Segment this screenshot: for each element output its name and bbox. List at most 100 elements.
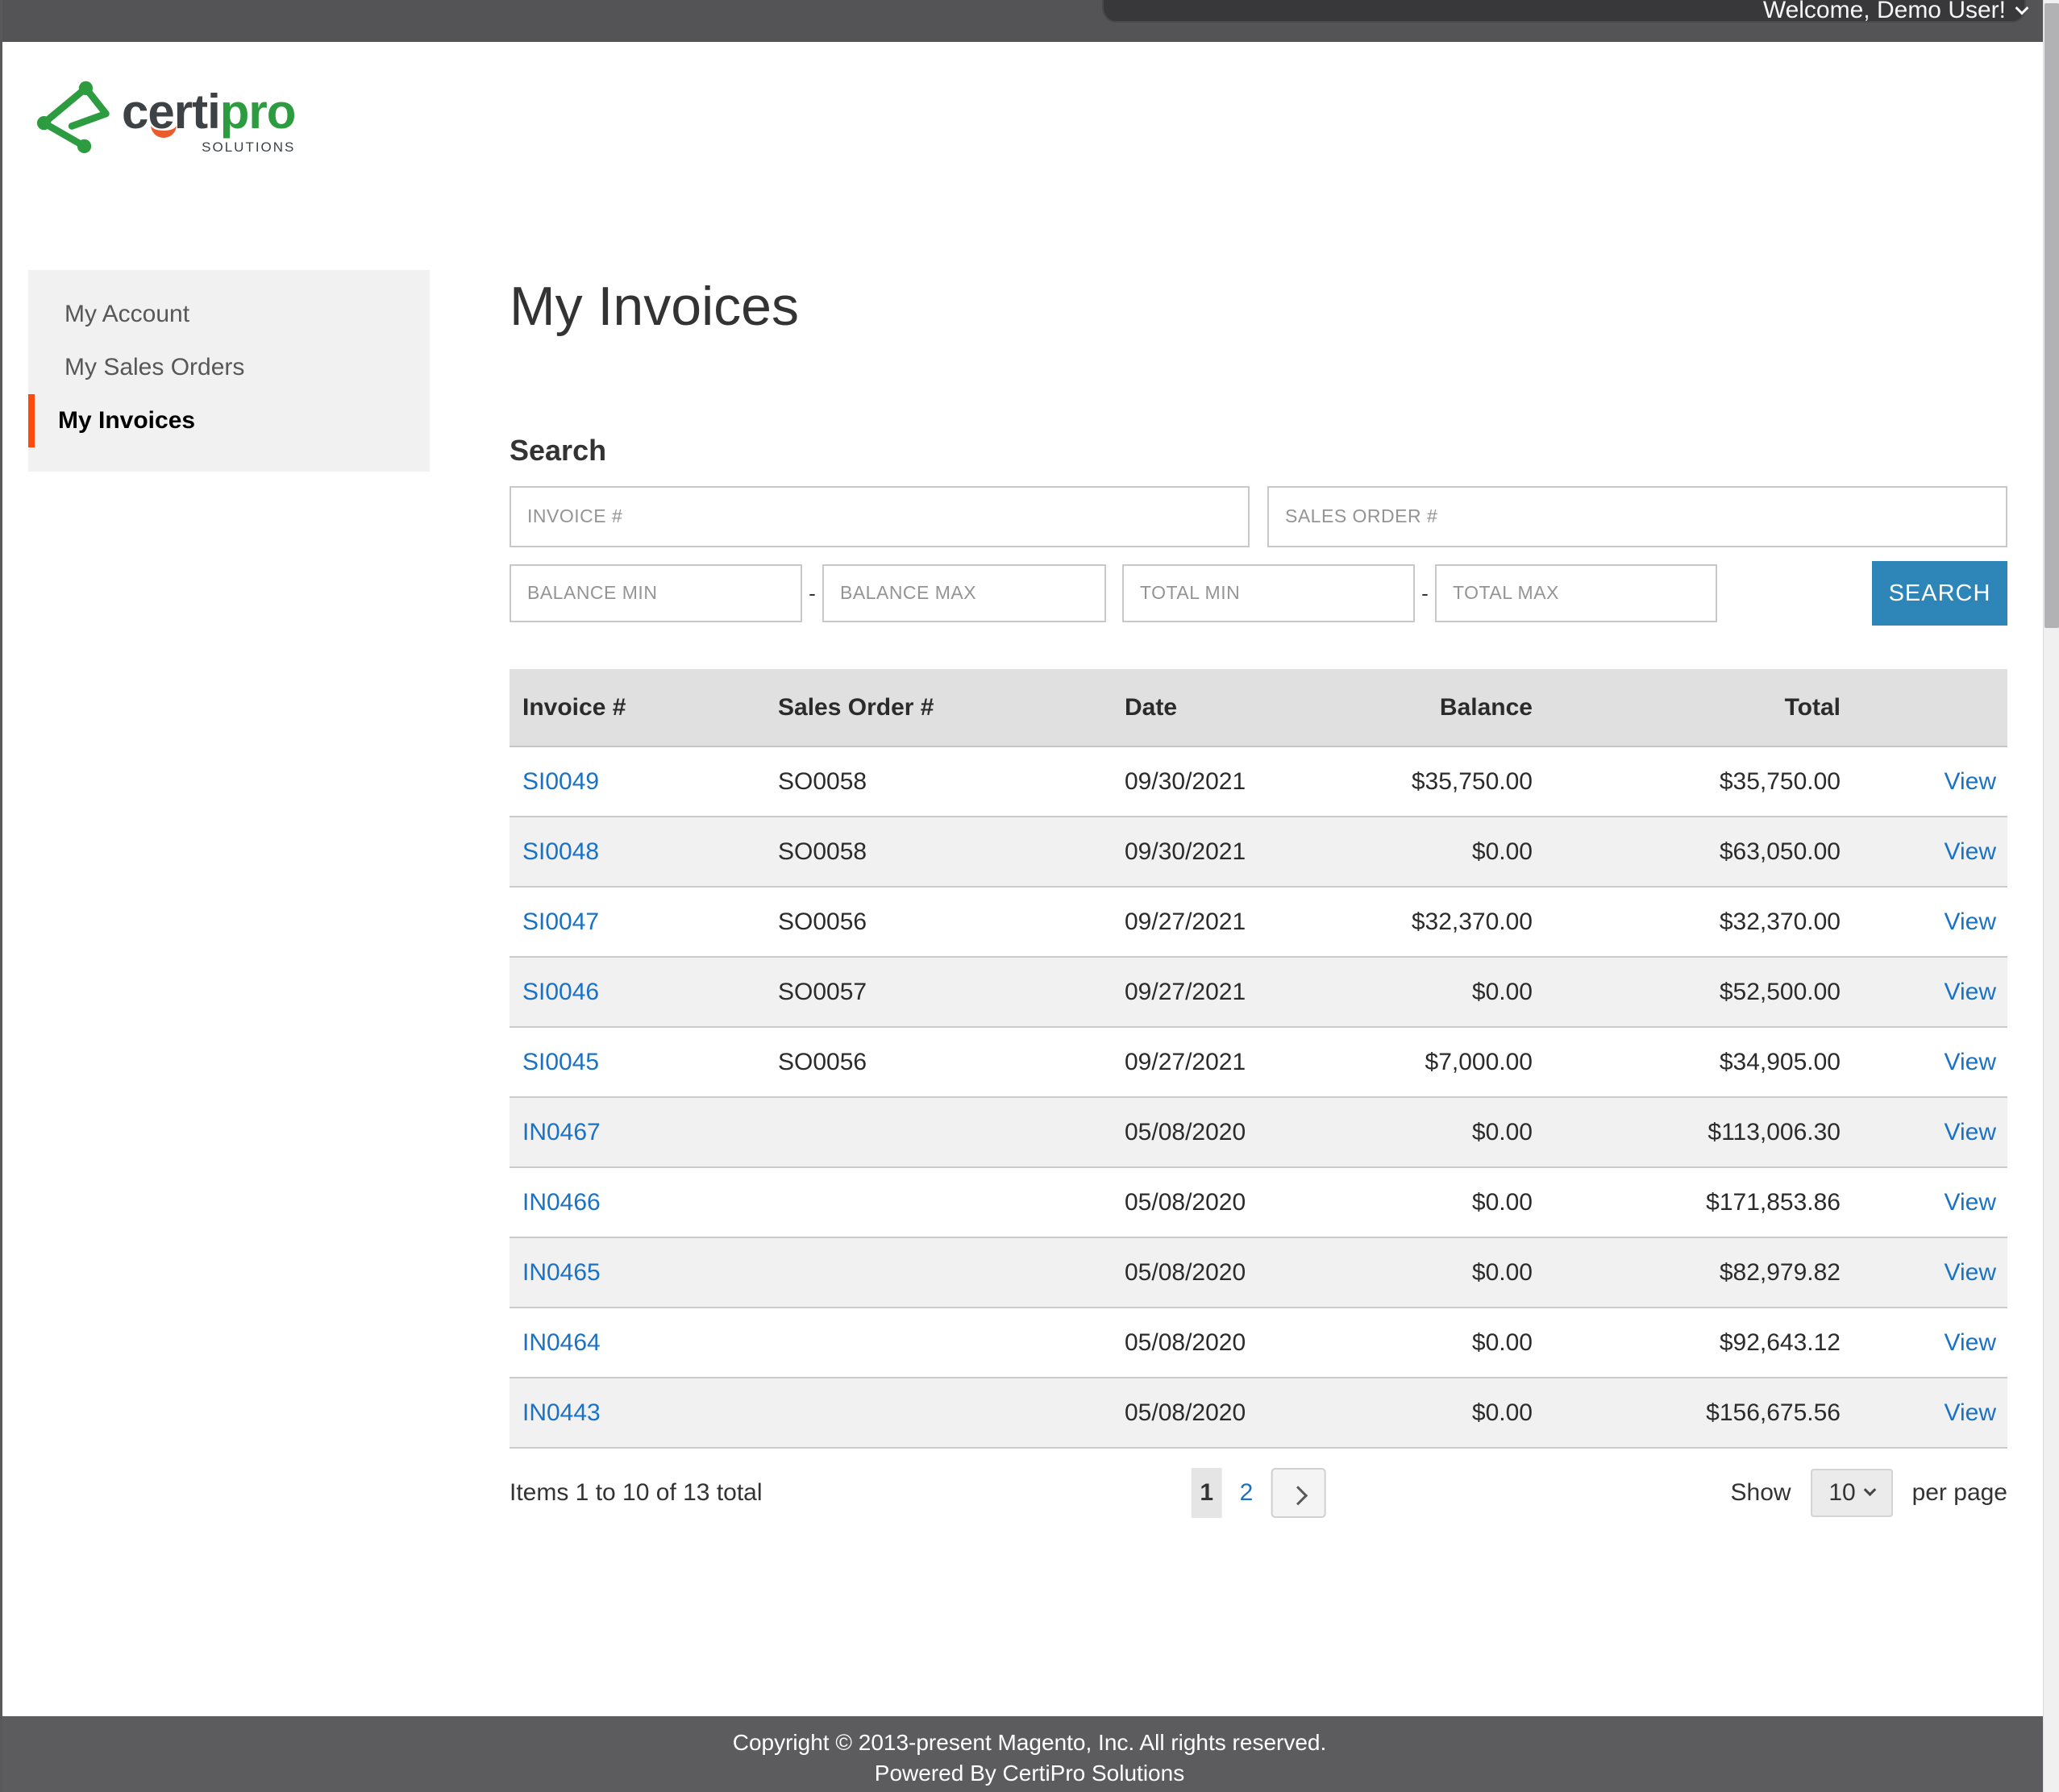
date-cell: 05/08/2020 — [1125, 1237, 1316, 1308]
balance-min-input[interactable] — [510, 564, 802, 622]
view-link[interactable]: View — [1945, 838, 1996, 865]
view-link[interactable]: View — [1945, 1049, 1996, 1075]
date-cell: 09/27/2021 — [1125, 1027, 1316, 1097]
sales-order-cell: SO0058 — [778, 817, 1125, 887]
view-link[interactable]: View — [1945, 1399, 1996, 1426]
table-row: SI0049 SO0058 09/30/2021 $35,750.00 $35,… — [510, 746, 2007, 817]
pager: 1 2 — [1192, 1468, 1326, 1518]
balance-cell: $0.00 — [1316, 1097, 1533, 1167]
search-button[interactable]: SEARCH — [1872, 561, 2007, 626]
footer: Copyright © 2013-present Magento, Inc. A… — [0, 1716, 2059, 1792]
view-link[interactable]: View — [1945, 1329, 1996, 1356]
chevron-down-icon — [1863, 1483, 1876, 1496]
invoice-table-body: SI0049 SO0058 09/30/2021 $35,750.00 $35,… — [510, 746, 2007, 1448]
invoice-link[interactable]: SI0049 — [522, 768, 599, 795]
header-invoice: Invoice # — [510, 669, 778, 746]
total-max-input[interactable] — [1435, 564, 1717, 622]
sales-order-cell — [778, 1308, 1125, 1378]
scrollbar-thumb[interactable] — [2044, 3, 2059, 628]
view-link[interactable]: View — [1945, 908, 1996, 935]
balance-cell: $0.00 — [1316, 1378, 1533, 1448]
total-min-input[interactable] — [1122, 564, 1415, 622]
date-cell: 05/08/2020 — [1125, 1378, 1316, 1448]
date-cell: 05/08/2020 — [1125, 1097, 1316, 1167]
table-row: IN0443 05/08/2020 $0.00 $156,675.56 View — [510, 1378, 2007, 1448]
view-link[interactable]: View — [1945, 1259, 1996, 1286]
invoice-number-input[interactable] — [510, 486, 1250, 547]
date-cell: 05/08/2020 — [1125, 1167, 1316, 1237]
welcome-menu[interactable]: Welcome, Demo User! — [1763, 0, 2027, 24]
per-page-value: 10 — [1828, 1479, 1855, 1507]
total-cell: $156,675.56 — [1533, 1378, 1841, 1448]
invoice-link[interactable]: IN0443 — [522, 1399, 601, 1426]
sales-order-cell — [778, 1378, 1125, 1448]
balance-cell: $0.00 — [1316, 1167, 1533, 1237]
date-cell: 09/27/2021 — [1125, 957, 1316, 1027]
total-cell: $32,370.00 — [1533, 887, 1841, 957]
account-sidebar: My Account My Sales Orders My Invoices — [28, 270, 430, 472]
total-cell: $52,500.00 — [1533, 957, 1841, 1027]
search-heading: Search — [510, 434, 606, 468]
certipro-logo-icon — [36, 77, 114, 154]
table-row: IN0465 05/08/2020 $0.00 $82,979.82 View — [510, 1237, 2007, 1308]
view-link[interactable]: View — [1945, 768, 1996, 795]
balance-range-separator: - — [802, 564, 822, 622]
view-link[interactable]: View — [1945, 1119, 1996, 1145]
sidebar-item-my-account[interactable]: My Account — [28, 288, 430, 341]
invoice-link[interactable]: IN0465 — [522, 1259, 601, 1286]
view-link[interactable]: View — [1945, 1189, 1996, 1216]
items-summary: Items 1 to 10 of 13 total — [510, 1479, 763, 1507]
footer-powered-by: Powered By CertiPro Solutions — [0, 1760, 2059, 1787]
balance-cell: $35,750.00 — [1316, 746, 1533, 817]
certipro-logo[interactable]: certipro SOLUTIONS — [36, 77, 295, 154]
invoice-link[interactable]: IN0467 — [522, 1119, 601, 1145]
show-label: Show — [1731, 1479, 1791, 1507]
invoice-link[interactable]: IN0464 — [522, 1329, 601, 1356]
per-page-select[interactable]: 10 — [1811, 1469, 1893, 1517]
balance-cell: $0.00 — [1316, 817, 1533, 887]
logo-wordmark: certipro — [122, 78, 295, 146]
scrollbar[interactable] — [2043, 0, 2059, 1792]
welcome-text: Welcome, Demo User! — [1763, 0, 2006, 24]
page-2-link[interactable]: 2 — [1240, 1479, 1254, 1507]
balance-cell: $0.00 — [1316, 1237, 1533, 1308]
total-cell: $113,006.30 — [1533, 1097, 1841, 1167]
header-sales-order: Sales Order # — [778, 669, 1125, 746]
sidebar-item-my-invoices[interactable]: My Invoices — [28, 394, 430, 447]
window-edge — [0, 0, 2, 1792]
table-header-row: Invoice # Sales Order # Date Balance Tot… — [510, 669, 2007, 746]
sales-order-number-input[interactable] — [1267, 486, 2007, 547]
sales-order-cell: SO0058 — [778, 746, 1125, 817]
sales-order-cell: SO0056 — [778, 1027, 1125, 1097]
view-link[interactable]: View — [1945, 979, 1996, 1005]
total-cell: $171,853.86 — [1533, 1167, 1841, 1237]
invoice-link[interactable]: IN0466 — [522, 1189, 601, 1216]
header-balance: Balance — [1316, 669, 1533, 746]
header-actions — [1841, 669, 2007, 746]
header-total: Total — [1533, 669, 1841, 746]
table-row: IN0464 05/08/2020 $0.00 $92,643.12 View — [510, 1308, 2007, 1378]
table-row: SI0047 SO0056 09/27/2021 $32,370.00 $32,… — [510, 887, 2007, 957]
invoice-link[interactable]: SI0046 — [522, 979, 599, 1005]
next-page-button[interactable] — [1271, 1468, 1325, 1518]
sales-order-cell: SO0057 — [778, 957, 1125, 1027]
balance-cell: $0.00 — [1316, 957, 1533, 1027]
date-cell: 09/30/2021 — [1125, 817, 1316, 887]
date-cell: 05/08/2020 — [1125, 1308, 1316, 1378]
logo-subtitle: SOLUTIONS — [202, 139, 295, 156]
sidebar-item-my-sales-orders[interactable]: My Sales Orders — [28, 341, 430, 394]
chevron-right-icon — [1288, 1486, 1308, 1505]
page: Welcome, Demo User! certipro SOLUTIONS M — [0, 0, 2059, 1792]
table-toolbar: Items 1 to 10 of 13 total 1 2 Show 10 pe… — [510, 1461, 2007, 1525]
current-page: 1 — [1192, 1468, 1222, 1518]
date-cell: 09/27/2021 — [1125, 887, 1316, 957]
table-row: SI0045 SO0056 09/27/2021 $7,000.00 $34,9… — [510, 1027, 2007, 1097]
invoice-link[interactable]: SI0047 — [522, 908, 599, 935]
invoice-search-form: - - SEARCH — [510, 486, 2007, 626]
invoice-link[interactable]: SI0045 — [522, 1049, 599, 1075]
total-range-separator: - — [1415, 564, 1435, 622]
sales-order-cell — [778, 1237, 1125, 1308]
invoice-link[interactable]: SI0048 — [522, 838, 599, 865]
page-title: My Invoices — [510, 274, 799, 340]
balance-max-input[interactable] — [822, 564, 1106, 622]
